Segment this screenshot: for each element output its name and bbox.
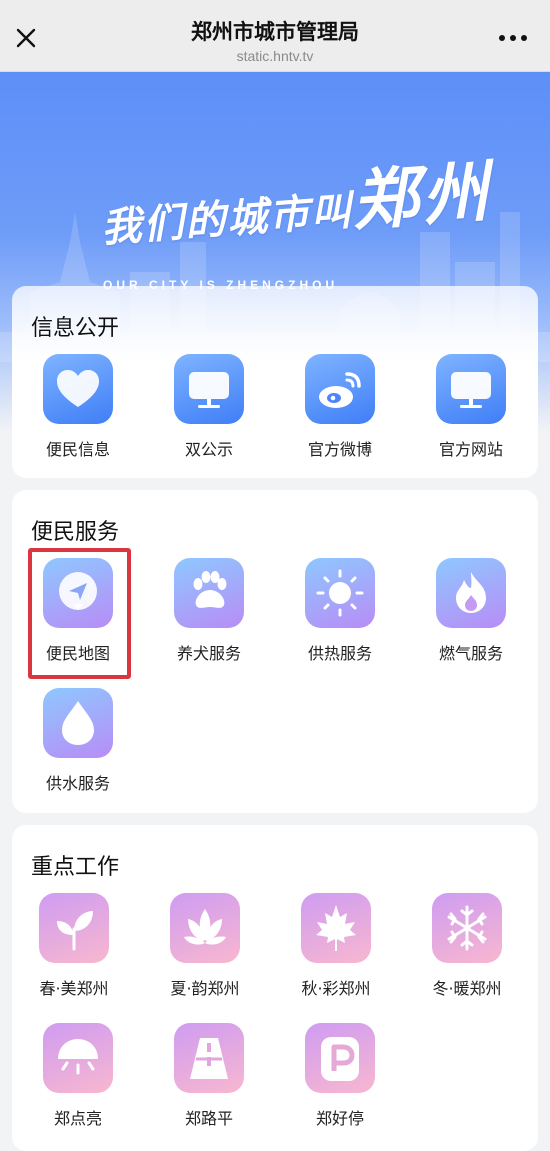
lamp-icon xyxy=(43,1023,113,1093)
tile-citizen-map[interactable]: 便民地图 xyxy=(23,558,133,664)
snowflake-icon xyxy=(432,893,502,963)
section-title: 重点工作 xyxy=(31,855,120,880)
tile-label: 便民信息 xyxy=(45,440,110,459)
parking-icon xyxy=(305,1023,375,1093)
road-icon xyxy=(174,1023,244,1093)
water-drop-icon xyxy=(43,688,113,758)
heart-icon xyxy=(43,354,113,424)
tile-label: 官方微博 xyxy=(307,440,372,459)
tile-official-website[interactable]: 官方网站 xyxy=(416,354,526,460)
section-info-disclosure: 信息公开 便民信息 双公示 官方微博 官方网站 xyxy=(12,286,538,478)
tile-zheng-parking[interactable]: 郑好停 xyxy=(285,1023,395,1129)
tile-label: 便民地图 xyxy=(45,644,110,663)
tile-water-service[interactable]: 供水服务 xyxy=(23,688,133,794)
tile-label: 养犬服务 xyxy=(176,644,241,663)
tile-zheng-lighting[interactable]: 郑点亮 xyxy=(23,1023,133,1129)
top-bar: 郑州市城市管理局 static.hntv.tv xyxy=(0,0,550,72)
tile-heating-service[interactable]: 供热服务 xyxy=(285,558,395,664)
tile-label: 官方网站 xyxy=(438,440,503,459)
sun-icon xyxy=(305,558,375,628)
monitor-icon xyxy=(436,354,506,424)
tile-label: 双公示 xyxy=(184,440,233,459)
section-title: 信息公开 xyxy=(31,316,120,341)
tile-label: 郑点亮 xyxy=(53,1109,102,1128)
tile-winter-zhengzhou[interactable]: 冬·暖郑州 xyxy=(412,893,522,999)
sprout-icon xyxy=(39,893,109,963)
page-url: static.hntv.tv xyxy=(236,48,314,64)
tile-label: 秋·彩郑州 xyxy=(301,979,371,998)
tile-label: 供热服务 xyxy=(307,644,372,663)
tile-autumn-zhengzhou[interactable]: 秋·彩郑州 xyxy=(281,893,391,999)
tile-spring-zhengzhou[interactable]: 春·美郑州 xyxy=(19,893,129,999)
slogan-part2: 郑州 xyxy=(349,152,495,240)
section-title: 便民服务 xyxy=(31,520,120,545)
tile-label: 春·美郑州 xyxy=(39,979,109,998)
page-title: 郑州市城市管理局 xyxy=(191,20,359,44)
map-pin-icon xyxy=(43,558,113,628)
flame-icon xyxy=(436,558,506,628)
tile-label: 郑路平 xyxy=(184,1109,233,1128)
maple-leaf-icon xyxy=(301,893,371,963)
tile-label: 供水服务 xyxy=(45,774,110,793)
tile-label: 燃气服务 xyxy=(438,644,503,663)
section-key-work: 重点工作 春·美郑州 夏·韵郑州 秋·彩郑州 冬·暖郑州 郑点亮 郑路平 郑好停 xyxy=(12,825,538,1151)
tile-label: 夏·韵郑州 xyxy=(170,979,240,998)
paw-icon xyxy=(174,558,244,628)
weibo-icon xyxy=(305,354,375,424)
more-dots-icon[interactable] xyxy=(498,28,528,48)
slogan-part1: 我们的城市叫 xyxy=(99,187,355,252)
tile-dog-service[interactable]: 养犬服务 xyxy=(154,558,264,664)
tile-zheng-road[interactable]: 郑路平 xyxy=(154,1023,264,1129)
tile-dual-publicity[interactable]: 双公示 xyxy=(154,354,264,460)
tile-label: 郑好停 xyxy=(315,1109,364,1128)
lotus-icon xyxy=(170,893,240,963)
monitor-icon xyxy=(174,354,244,424)
tile-gas-service[interactable]: 燃气服务 xyxy=(416,558,526,664)
tile-summer-zhengzhou[interactable]: 夏·韵郑州 xyxy=(150,893,260,999)
tile-citizen-info[interactable]: 便民信息 xyxy=(23,354,133,460)
tile-official-weibo[interactable]: 官方微博 xyxy=(285,354,395,460)
tile-label: 冬·暖郑州 xyxy=(432,979,502,998)
section-citizen-services: 便民服务 便民地图 养犬服务 供热服务 燃气服务 供水服务 xyxy=(12,490,538,813)
